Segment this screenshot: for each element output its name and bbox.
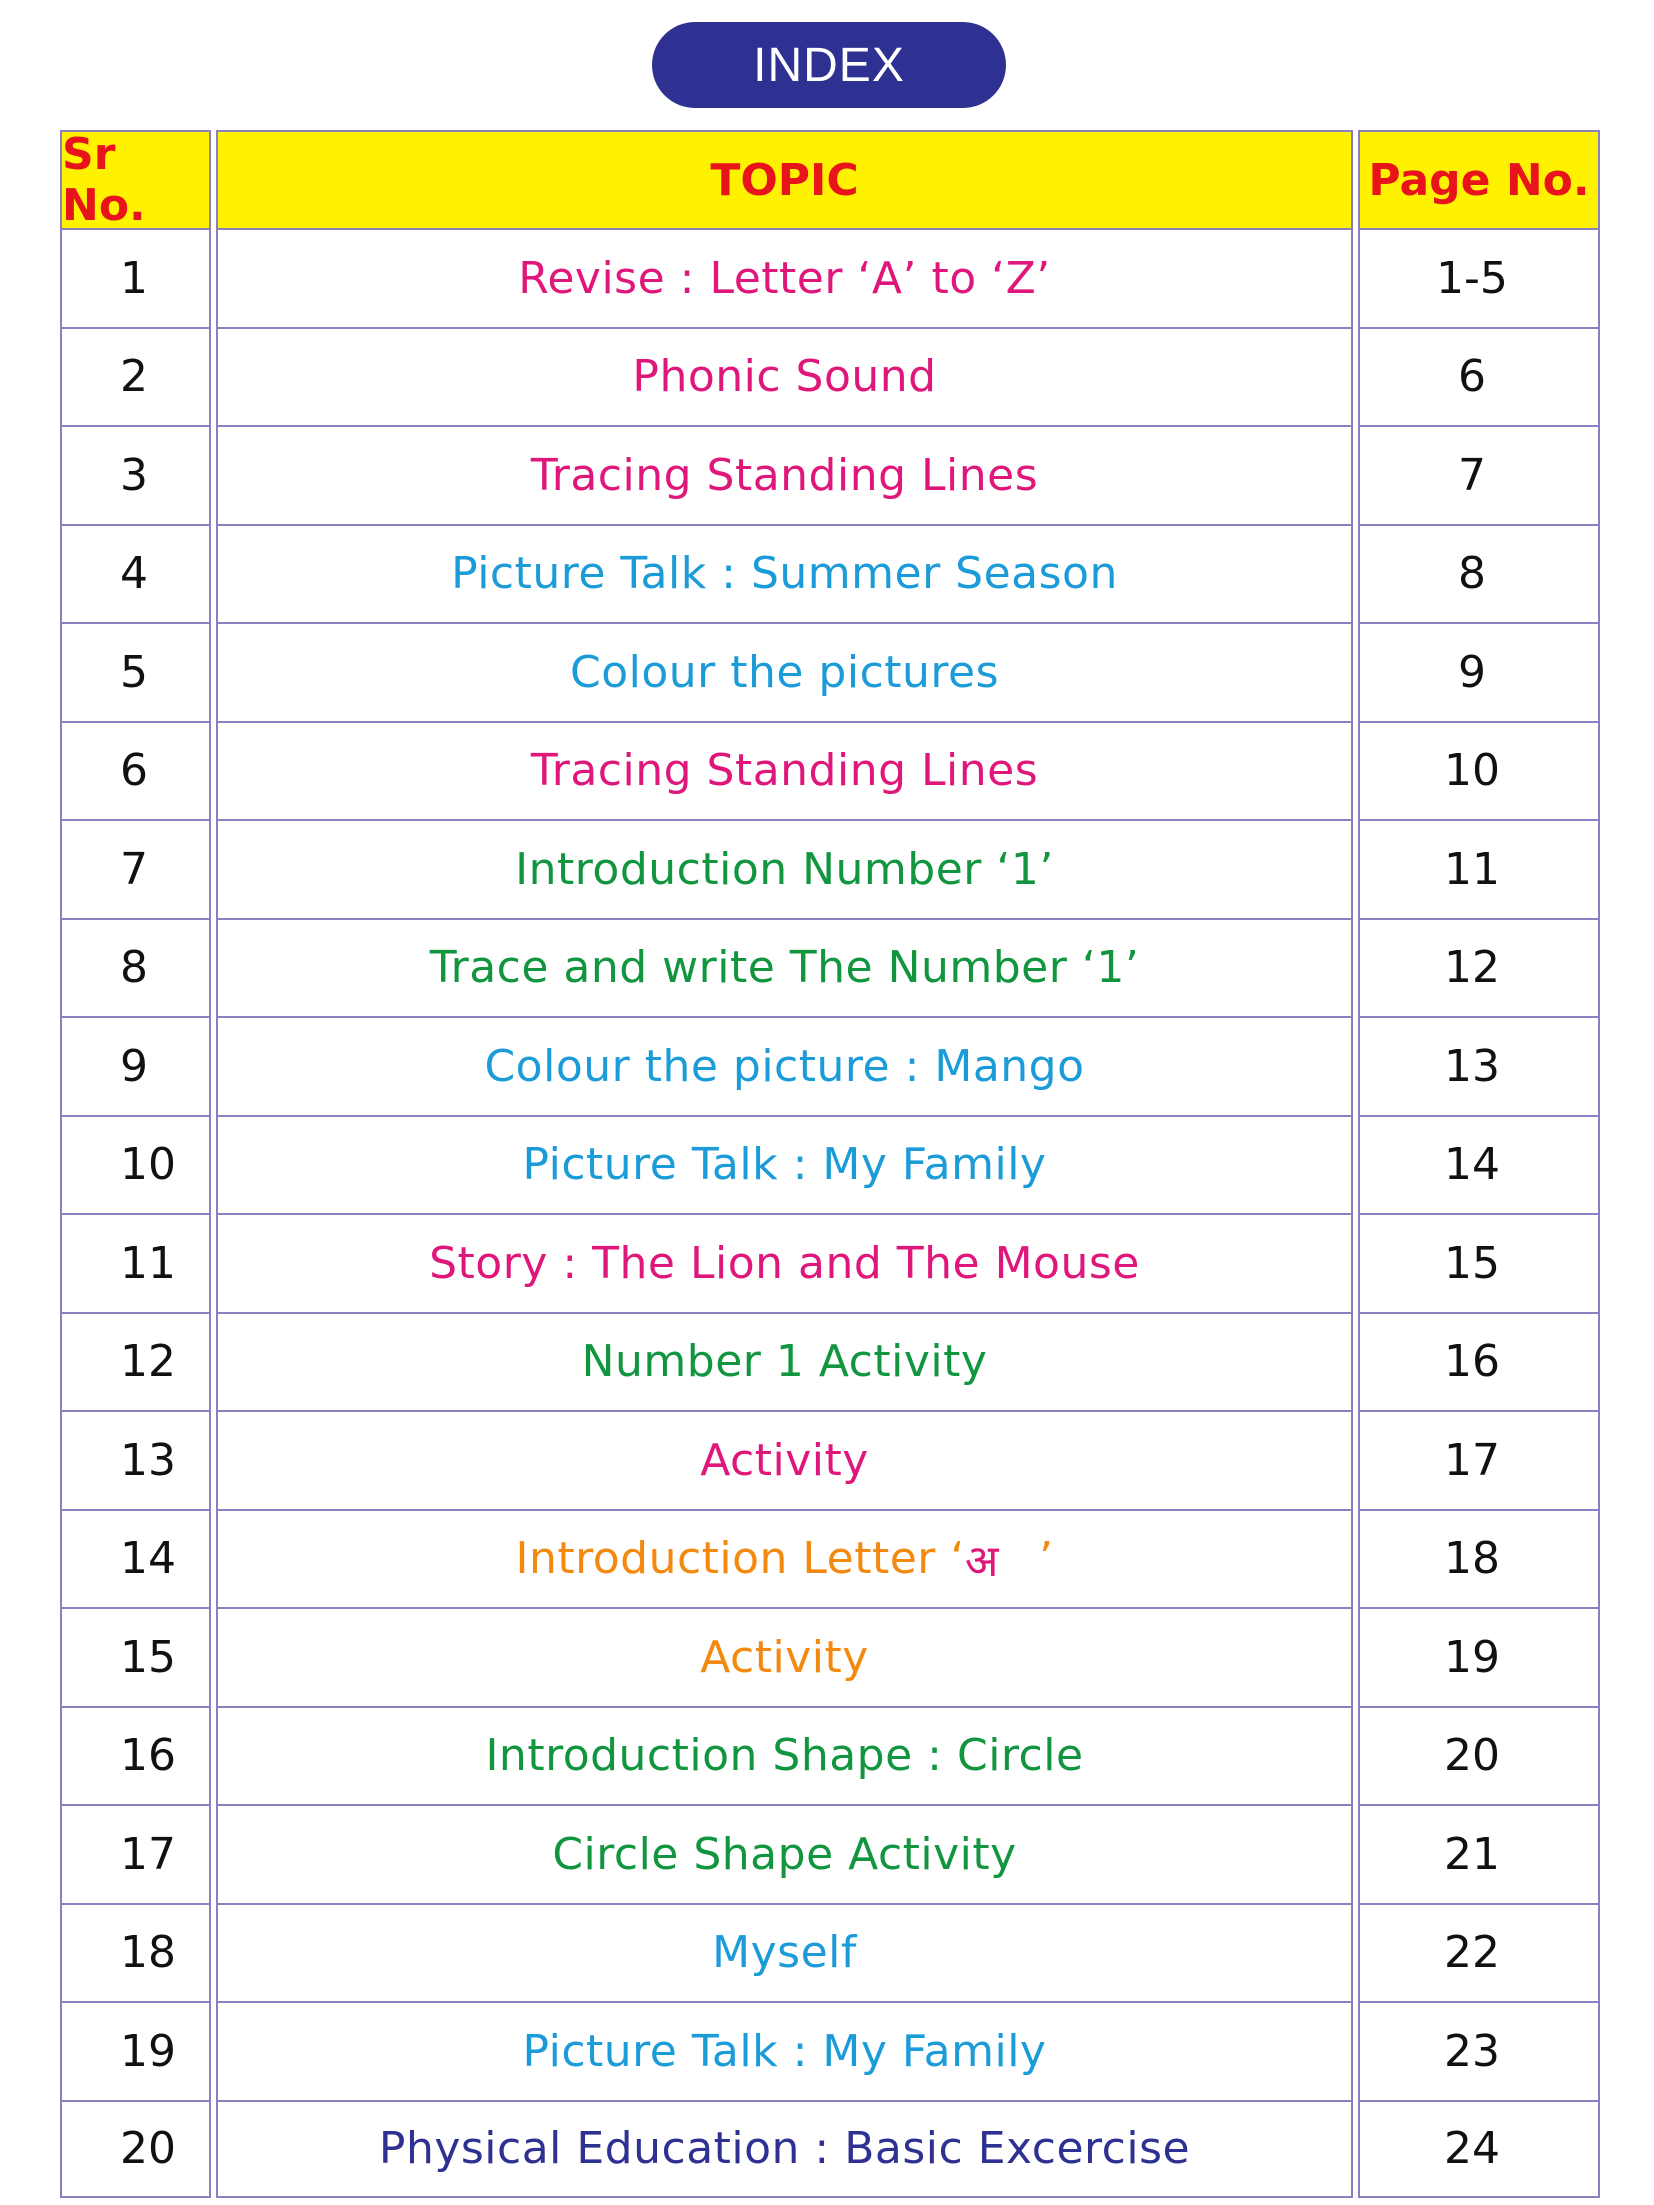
topic-text: Introduction Letter ‘ <box>515 1533 965 1585</box>
topic-text: Story : The Lion and The Mouse <box>429 1237 1140 1289</box>
topic-text-end: ’ <box>1039 1533 1054 1585</box>
page-no-cell: 16 <box>1358 1311 1600 1410</box>
sr-no-cell: 13 <box>60 1410 211 1509</box>
topic-cell: Introduction Shape : Circle <box>216 1705 1353 1804</box>
sr-no-cell: 12 <box>60 1311 211 1410</box>
page-no-cell: 23 <box>1358 2001 1600 2100</box>
page-no-cell: 21 <box>1358 1804 1600 1903</box>
page-no-cell: 19 <box>1358 1607 1600 1706</box>
sr-no-cell: 14 <box>60 1508 211 1607</box>
topic-cell: Picture Talk : My Family <box>216 2001 1353 2100</box>
sr-no-cell: 5 <box>60 622 211 721</box>
sr-no-cell: 17 <box>60 1804 211 1903</box>
page-no-cell: 6 <box>1358 326 1600 425</box>
topic-cell: Colour the pictures <box>216 622 1353 721</box>
page-no-cell: 17 <box>1358 1410 1600 1509</box>
sr-no-cell: 6 <box>60 720 211 819</box>
page-no-cell: 11 <box>1358 819 1600 918</box>
sr-no-cell: 18 <box>60 1902 211 2001</box>
topic-cell: Physical Education : Basic Excercise <box>216 2099 1353 2198</box>
topic-text: Colour the pictures <box>569 646 1000 698</box>
sr-no-header: Sr No. <box>60 129 211 231</box>
topic-text: Circle Shape Activity <box>552 1828 1017 1880</box>
sr-no-cell: 2 <box>60 326 211 425</box>
topic-text: Number 1 Activity <box>581 1336 988 1388</box>
topic-cell: Story : The Lion and The Mouse <box>216 1213 1353 1312</box>
topic-cell: Tracing Standing Lines <box>216 425 1353 524</box>
topic-text: Trace and write The Number ‘1’ <box>429 942 1140 994</box>
sr-no-cell: 1 <box>60 228 211 327</box>
topic-column: TOPIC Revise : Letter ‘A’ to ‘Z’ Phonic S… <box>216 130 1353 2198</box>
topic-text: Colour the picture : Mango <box>484 1040 1085 1092</box>
sr-no-cell: 11 <box>60 1213 211 1312</box>
topic-text: Introduction Shape : Circle <box>485 1730 1084 1782</box>
topic-text: Phonic Sound <box>632 351 937 403</box>
topic-cell: Myself <box>216 1902 1353 2001</box>
topic-text: Tracing Standing Lines <box>530 745 1039 797</box>
page-no-cell: 13 <box>1358 1016 1600 1115</box>
page-no-cell: 24 <box>1358 2099 1600 2198</box>
topic-text: Introduction Number ‘1’ <box>515 843 1054 895</box>
index-title: INDEX <box>652 22 1006 108</box>
topic-cell: Number 1 Activity <box>216 1311 1353 1410</box>
topic-text: Tracing Standing Lines <box>530 449 1039 501</box>
sr-no-cell: 4 <box>60 523 211 622</box>
page-no-cell: 22 <box>1358 1902 1600 2001</box>
topic-cell: Circle Shape Activity <box>216 1804 1353 1903</box>
topic-cell: Activity <box>216 1607 1353 1706</box>
topic-text: Activity <box>700 1434 869 1486</box>
sr-no-cell: 9 <box>60 1016 211 1115</box>
topic-cell: Introduction Number ‘1’ <box>216 819 1353 918</box>
sr-no-cell: 3 <box>60 425 211 524</box>
topic-header: TOPIC <box>216 130 1353 228</box>
sr-no-cell: 7 <box>60 819 211 918</box>
page-no-cell: 9 <box>1358 622 1600 721</box>
topic-text: Physical Education : Basic Excercise <box>378 2123 1191 2175</box>
sr-no-cell: 19 <box>60 2001 211 2100</box>
page-no-column: Page No. 1-5 6 7 8 9 10 11 12 13 14 15 16 17 18 19 20 21… <box>1358 130 1600 2198</box>
sr-no-column: Sr No. 1 2 3 4 5 6 7 8 9 10 11 12 13 14 15 16 17 18 19 20 <box>60 129 211 2198</box>
topic-cell: Colour the picture : Mango <box>216 1016 1353 1115</box>
sr-no-cell: 20 <box>60 2099 211 2198</box>
page-no-cell: 10 <box>1358 720 1600 819</box>
topic-cell: Activity <box>216 1410 1353 1509</box>
page-no-header: Page No. <box>1358 130 1600 228</box>
page-no-cell: 15 <box>1358 1213 1600 1312</box>
sr-no-cell: 8 <box>60 917 211 1016</box>
topic-text: Revise : Letter ‘A’ to ‘Z’ <box>518 252 1051 304</box>
page-no-cell: 7 <box>1358 425 1600 524</box>
topic-text: Picture Talk : My Family <box>522 1139 1047 1191</box>
topic-cell: Tracing Standing Lines <box>216 720 1353 819</box>
topic-text: Activity <box>700 1631 869 1683</box>
topic-cell: Phonic Sound <box>216 326 1353 425</box>
topic-text: Picture Talk : Summer Season <box>451 548 1118 600</box>
topic-cell: Trace and write The Number ‘1’ <box>216 917 1353 1016</box>
page-no-cell: 18 <box>1358 1508 1600 1607</box>
sr-no-cell: 10 <box>60 1114 211 1213</box>
page-no-cell: 20 <box>1358 1705 1600 1804</box>
page-no-cell: 8 <box>1358 523 1600 622</box>
topic-cell: Introduction Letter ‘अ ’ <box>216 1508 1353 1607</box>
sr-no-cell: 16 <box>60 1705 211 1804</box>
topic-cell: Revise : Letter ‘A’ to ‘Z’ <box>216 228 1353 327</box>
page-no-cell: 14 <box>1358 1114 1600 1213</box>
page-no-cell: 1-5 <box>1358 228 1600 327</box>
topic-text: Myself <box>712 1927 857 1979</box>
sr-no-cell: 15 <box>60 1607 211 1706</box>
topic-text: Picture Talk : My Family <box>522 2025 1047 2077</box>
topic-cell: Picture Talk : My Family <box>216 1114 1353 1213</box>
topic-devanagari-letter: अ <box>964 1535 999 1587</box>
page-no-cell: 12 <box>1358 917 1600 1016</box>
topic-cell: Picture Talk : Summer Season <box>216 523 1353 622</box>
